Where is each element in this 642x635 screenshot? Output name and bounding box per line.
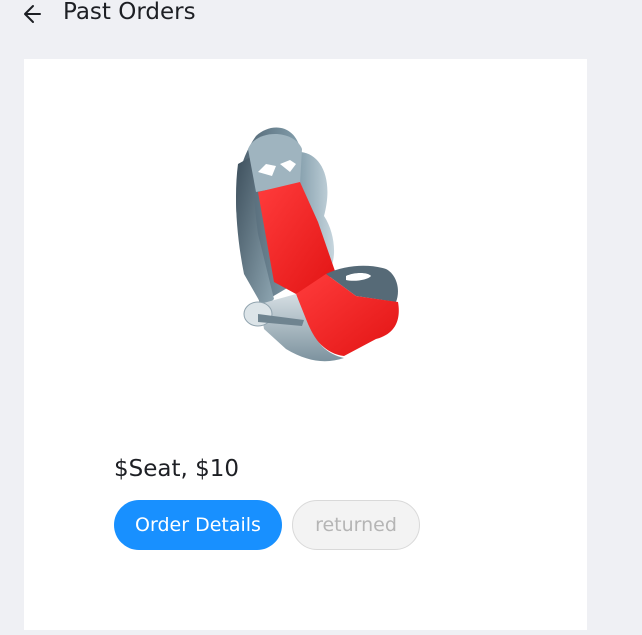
order-card: $Seat, $10 Order Details returned — [24, 59, 587, 630]
page-header: Past Orders — [0, 0, 642, 30]
order-details-button[interactable]: Order Details — [114, 500, 282, 550]
status-badge: returned — [292, 500, 420, 550]
arrow-left-icon — [24, 5, 41, 23]
car-seat-image — [236, 127, 399, 362]
past-orders-page: Past Orders $Seat, $10 Order Details ret… — [0, 0, 642, 635]
back-button[interactable] — [20, 2, 46, 26]
page-title: Past Orders — [63, 0, 196, 25]
product-title: $Seat, $10 — [114, 456, 240, 482]
